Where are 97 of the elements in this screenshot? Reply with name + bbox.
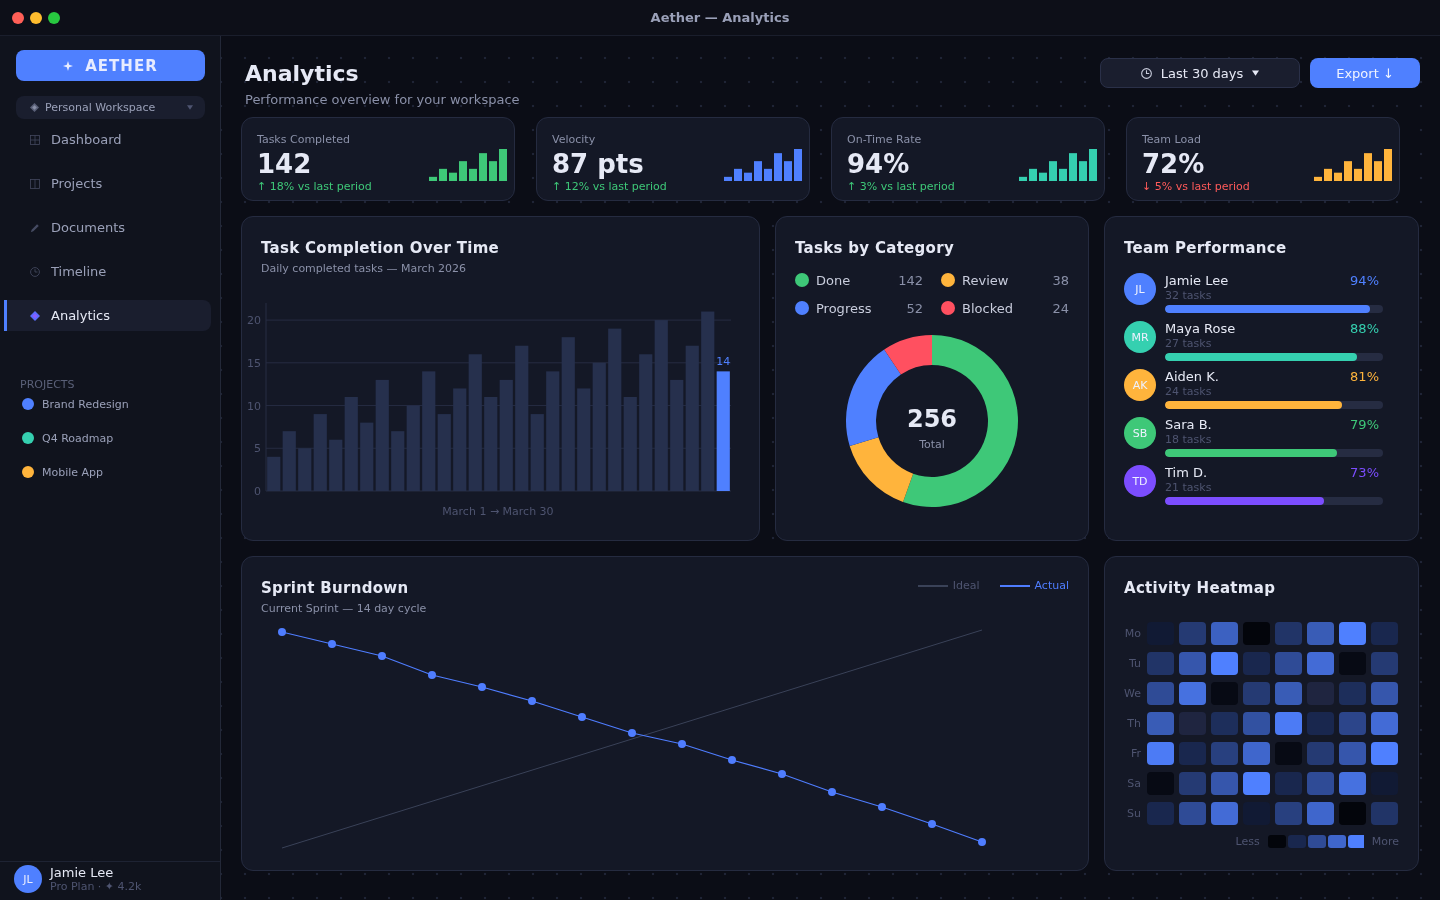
member-tasks: 18 tasks [1165,433,1212,447]
user-name: Jamie Lee [50,865,115,880]
kpi-delta: ↓ 5% vs last period [1142,180,1250,194]
nav-item[interactable]: Documents [4,212,211,243]
diamond-icon [30,310,40,321]
clock-icon [30,266,40,277]
member-percent: 81% [1350,369,1380,385]
member-avatar: SB [1124,417,1156,449]
axis-tick-label: 0 [254,485,261,498]
day-label: Mo [1124,627,1141,640]
caret-icon [187,105,193,110]
kpi-label: Team Load [1142,132,1201,147]
caret-icon [1252,70,1260,76]
legend-label: Ideal [952,579,980,593]
user-plan: Pro Plan · ✦ 4.2k [50,880,142,893]
member-name: Jamie Lee [1165,273,1229,289]
color-scale-icon [1267,835,1364,848]
member-avatar: JL [1124,273,1156,305]
project-item[interactable]: Brand Redesign [22,393,129,415]
project-item[interactable]: Mobile App [22,461,104,483]
kpi-value: 94% [847,148,910,180]
project-item[interactable]: Q4 Roadmap [22,427,114,449]
legend-value: 52 [906,300,923,316]
card-title: Sprint Burndown [261,579,409,597]
nav-item[interactable]: Timeline [4,256,211,287]
zoom-button[interactable] [48,11,60,24]
legend-value: 142 [898,272,923,288]
member-avatar: AK [1124,369,1156,401]
window-title: Aether — Analytics [650,10,790,25]
axis-tick-label: 20 [247,314,261,328]
axis-tick-label: 15 [247,356,261,370]
minimize-button[interactable] [30,11,42,24]
sparkle-icon [63,60,74,71]
axis-tick-label: 5 [254,442,261,456]
axis-label: March 1 → March 30 [442,505,554,518]
kpi-delta: ↑ 18% vs last period [257,180,372,194]
section-heading: PROJECTS [20,378,75,391]
legend-label: Actual [1034,579,1069,593]
member-tasks: 24 tasks [1165,385,1212,399]
scale-label: More [1371,835,1399,848]
date-range-button[interactable]: Last 30 days [1100,58,1300,88]
data-label: 14 [716,355,731,369]
kpi-label: Tasks Completed [257,132,350,147]
page-title: Analytics [245,60,359,88]
nav-item[interactable]: Projects [4,168,211,199]
columns-icon [30,178,40,189]
day-label: Tu [1127,657,1141,670]
scale-label: Less [1235,835,1260,848]
legend-label: Blocked [962,300,1013,316]
nav-item[interactable]: Dashboard [4,124,211,155]
page-subtitle: Performance overview for your workspace [245,91,520,109]
pencil-icon [30,222,40,233]
kpi-label: Velocity [552,132,596,147]
member-percent: 94% [1350,273,1380,289]
card-title: Tasks by Category [795,239,954,257]
donut-total: 256 [906,405,958,433]
day-label: Fr [1129,747,1141,760]
kpi-value: 87 pts [552,148,644,180]
member-avatar: MR [1124,321,1156,353]
legend-label: Review [962,272,1009,288]
diamond-icon [30,103,39,112]
card-title: Team Performance [1124,239,1287,257]
kpi-value: 142 [257,148,312,180]
legend-label: Done [816,272,851,288]
member-name: Maya Rose [1165,321,1236,337]
kpi-delta: ↑ 12% vs last period [552,180,667,194]
card-title: Activity Heatmap [1124,579,1276,597]
clock-icon [1140,67,1152,79]
axis-tick-label: 10 [247,399,261,413]
legend-value: 24 [1052,300,1069,316]
card-subtitle: Daily completed tasks — March 2026 [261,262,467,276]
legend-value: 38 [1052,272,1069,288]
member-percent: 88% [1350,321,1380,337]
nav-item[interactable]: Analytics [4,300,211,331]
member-name: Aiden K. [1165,369,1219,385]
day-label: We [1124,687,1141,700]
member-tasks: 21 tasks [1165,481,1212,495]
day-label: Su [1126,807,1141,820]
close-button[interactable] [12,11,24,24]
member-tasks: 27 tasks [1165,337,1212,351]
member-name: Tim D. [1165,465,1208,481]
member-percent: 73% [1350,465,1380,481]
member-avatar: TD [1124,465,1156,497]
kpi-label: On-Time Rate [847,132,922,147]
member-percent: 79% [1350,417,1380,433]
grid-icon [30,134,40,145]
card-subtitle: Current Sprint — 14 day cycle [261,602,427,616]
member-name: Sara B. [1165,417,1212,433]
donut-total-label: Total [919,438,945,451]
legend-label: Progress [816,300,872,316]
card-title: Task Completion Over Time [261,239,500,257]
member-tasks: 32 tasks [1165,289,1212,303]
kpi-delta: ↑ 3% vs last period [847,180,955,194]
kpi-value: 72% [1142,148,1205,180]
day-label: Th [1126,717,1141,730]
day-label: Sa [1126,777,1141,790]
workspace-selector[interactable]: Personal Workspace [16,96,205,119]
